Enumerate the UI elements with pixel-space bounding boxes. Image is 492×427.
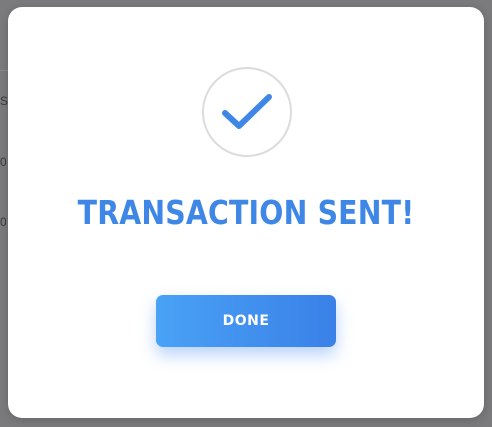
transaction-sent-modal: TRANSACTION SENT! DONE: [8, 7, 484, 418]
modal-title: TRANSACTION SENT!: [77, 193, 415, 232]
background-text-fragment: 0: [0, 155, 7, 169]
checkmark-icon: [222, 94, 272, 129]
background-text-fragment: 0: [0, 215, 7, 229]
success-checkmark-circle: [202, 67, 292, 157]
done-button[interactable]: DONE: [156, 295, 336, 347]
